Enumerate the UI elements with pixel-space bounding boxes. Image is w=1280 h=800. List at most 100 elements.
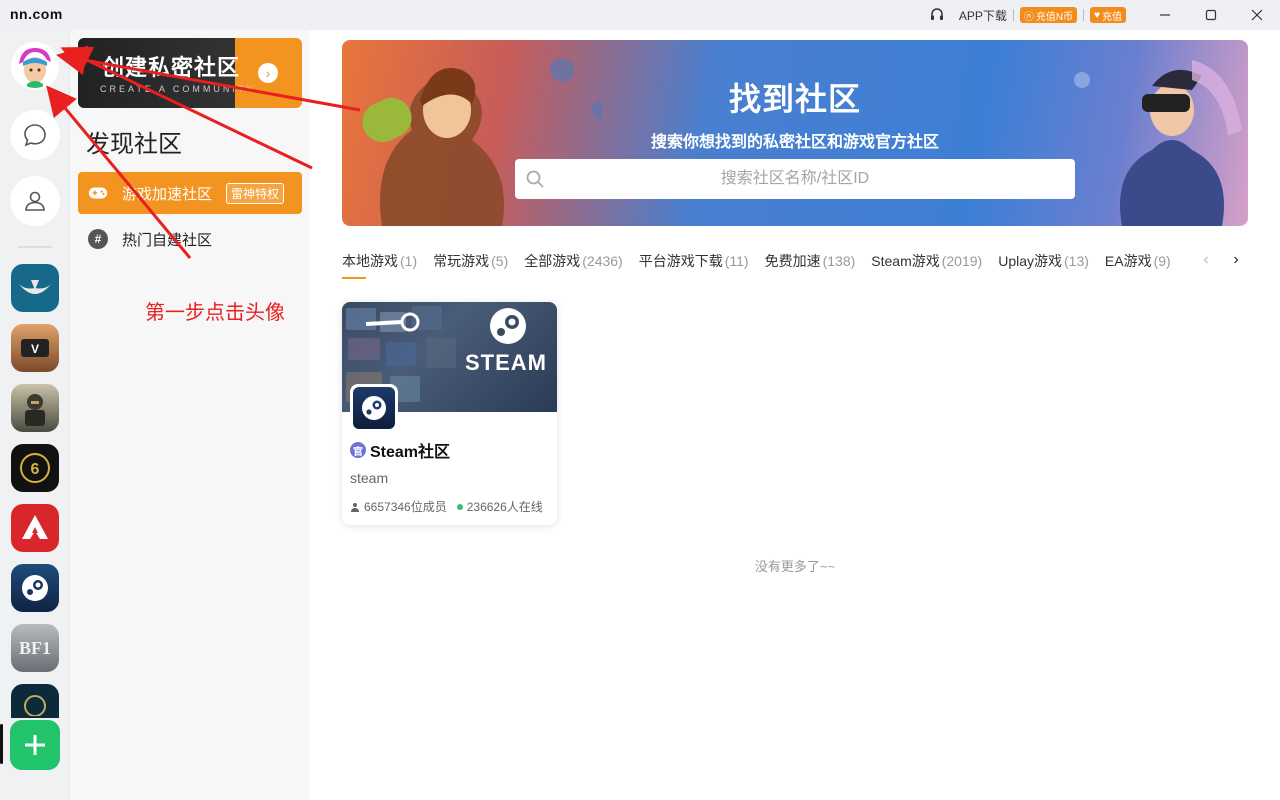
no-more-text: 没有更多了~~ (754, 559, 836, 574)
maximize-icon (1205, 9, 1217, 21)
cover-brand-text: STEAM (465, 350, 547, 375)
steam-wrench-icon (365, 312, 420, 332)
bf1-game-button[interactable]: BF1 (11, 624, 59, 672)
arrow-right-icon: › (258, 63, 278, 83)
close-icon (1251, 9, 1263, 21)
tab-count: (2436) (582, 253, 623, 269)
create-community-banner[interactable]: 创建私密社区 CREATE A COMMUNITY › (78, 38, 302, 108)
search-input[interactable] (515, 159, 1075, 199)
tab-label: Uplay游戏 (998, 253, 1062, 269)
recharge-button[interactable]: ♥ 充值 (1090, 7, 1126, 23)
recharge-n-button[interactable]: ⓝ 充值N币 (1019, 7, 1078, 23)
community-panel: 创建私密社区 CREATE A COMMUNITY › 发现社区 游戏加速社区 … (70, 30, 310, 800)
member-count: 6657346位成员 (364, 500, 447, 514)
official-badge-icon: 官 (350, 442, 366, 458)
tab-count: (13) (1064, 253, 1089, 269)
tab-free-accel[interactable]: 免费加速 (138) (765, 247, 856, 275)
chevron-right-icon[interactable]: › (1226, 248, 1246, 272)
tab-steam-games[interactable]: Steam游戏 (2019) (871, 247, 982, 275)
steam-game-button[interactable] (11, 564, 59, 612)
friends-button[interactable] (10, 176, 60, 226)
apex-game-button[interactable] (11, 504, 59, 552)
plus-icon (25, 735, 45, 755)
headset-icon[interactable] (927, 5, 947, 25)
main-content: 找到社区 搜索你想找到的私密社区和游戏官方社区 本地游戏(1) 常玩游戏(5) … (310, 30, 1280, 800)
tab-label: Steam游戏 (871, 253, 940, 269)
warframe-game-button[interactable] (11, 264, 59, 312)
tab-count: (11) (724, 253, 749, 269)
members-icon (351, 502, 359, 512)
vip-badge: 雷神特权 (226, 182, 285, 204)
online-dot-icon (456, 503, 463, 510)
hero-subtitle: 搜索你想找到的私密社区和游戏官方社区 (650, 134, 939, 151)
rail-divider (18, 246, 52, 248)
tab-label: 平台游戏下载 (638, 253, 723, 269)
card-logo (350, 384, 398, 432)
maximize-button[interactable] (1188, 0, 1234, 30)
community-search-box[interactable] (515, 159, 1075, 199)
warframe-icon (19, 280, 51, 294)
card-title: 官 Steam社区 (350, 438, 450, 462)
app-logo: nn.com (10, 6, 63, 22)
tab-all-games[interactable]: 全部游戏 (2436) (524, 247, 622, 275)
tab-count: (2019) (941, 253, 983, 269)
steam-logo-icon (490, 308, 526, 344)
nav-hot-self-built-community[interactable]: # 热门自建社区 (78, 218, 302, 260)
titlebar-actions: APP下载 ⓝ 充值N币 ♥ 充值 (927, 0, 1280, 30)
bf1-icon: BF1 (18, 637, 51, 658)
rainbow-six-game-button[interactable]: 6 (11, 444, 59, 492)
app-download-link[interactable]: APP下载 (959, 7, 1007, 24)
tab-ea-games[interactable]: EA游戏 (9) (1105, 247, 1171, 275)
create-banner-title: 创建私密社区 (102, 55, 241, 80)
minimize-button[interactable] (1142, 0, 1188, 30)
user-avatar[interactable] (11, 42, 59, 90)
nav-label: 热门自建社区 (122, 231, 213, 249)
hero-banner: 找到社区 搜索你想找到的私密社区和游戏官方社区 (342, 40, 1248, 226)
apex-icon (22, 515, 48, 539)
tab-count: (138) (822, 253, 856, 269)
lol-game-button[interactable] (11, 684, 59, 718)
svg-text:6: 6 (31, 461, 40, 478)
tab-frequent-games[interactable]: 常玩游戏 (5) (433, 247, 508, 275)
heart-icon: ♥ (1094, 9, 1100, 21)
active-indicator (0, 724, 3, 764)
tab-count: (9) (1153, 253, 1171, 269)
panel-title: 发现社区 (86, 131, 182, 158)
nav-game-accel-community[interactable]: 游戏加速社区 雷神特权 (78, 172, 302, 214)
pubg-icon (25, 394, 45, 426)
tab-label: 全部游戏 (524, 253, 581, 269)
avatar-image (13, 44, 57, 88)
tab-label: 免费加速 (764, 253, 821, 269)
add-community-button[interactable] (10, 720, 60, 770)
hero-title: 找到社区 (728, 81, 861, 117)
messages-button[interactable] (10, 110, 60, 160)
close-button[interactable] (1234, 0, 1280, 30)
user-icon (25, 191, 45, 211)
steam-icon (362, 396, 386, 420)
minimize-icon (1160, 14, 1170, 16)
community-name: Steam社区 (370, 444, 451, 461)
tab-uplay-games[interactable]: Uplay游戏 (13) (998, 247, 1089, 275)
annotation-label: 第一步点击头像 (145, 302, 285, 324)
rainbow-six-icon: 6 (20, 453, 50, 483)
pubg-game-button[interactable] (11, 384, 59, 432)
lol-icon (24, 695, 46, 716)
divider (1083, 9, 1085, 21)
chat-bubble-icon (24, 124, 46, 147)
gta5-icon: V (21, 339, 49, 357)
left-rail: V 6 BF1 (0, 30, 70, 800)
card-stats: 6657346位成员 236626人在线 (350, 498, 543, 515)
coin-icon: ⓝ (1023, 11, 1034, 23)
gta5-game-button[interactable]: V (11, 324, 59, 372)
tab-count: (5) (491, 253, 509, 269)
tab-label: 本地游戏 (342, 253, 398, 269)
tab-local-games[interactable]: 本地游戏 (1) (342, 247, 417, 279)
steam-community-card[interactable]: STEAM 官 Steam社区 steam 6657346位成员 236626人… (342, 302, 557, 525)
tab-platform-downloads[interactable]: 平台游戏下载 (11) (639, 247, 749, 275)
search-icon (526, 170, 544, 188)
create-banner-subtitle: CREATE A COMMUNITY (100, 84, 256, 94)
game-category-tabs: 本地游戏 (1) 常玩游戏 (5) 全部游戏 (2436) 平台游戏下载 (11) 免费… (342, 246, 1187, 279)
gamepad-icon (88, 183, 108, 203)
community-subtitle: steam (350, 470, 389, 486)
chevron-left-icon[interactable]: ‹ (1196, 248, 1216, 272)
